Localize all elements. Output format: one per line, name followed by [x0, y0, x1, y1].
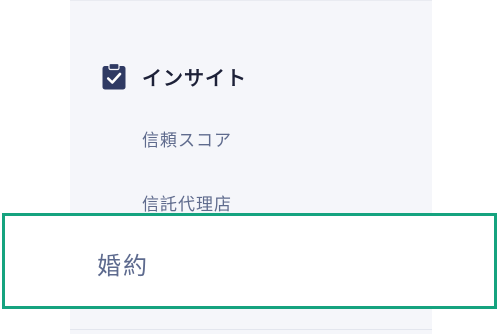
sidebar-item-trust-score[interactable]: 信頼スコア	[142, 126, 232, 151]
sidebar-item-trust-agency[interactable]: 信託代理店	[142, 190, 232, 215]
highlighted-item-label: 婚約	[97, 252, 149, 280]
insights-section-header[interactable]: インサイト	[102, 62, 247, 90]
section-title: インサイト	[142, 65, 247, 90]
screen: インサイト 信頼スコア 信託代理店 婚約	[0, 0, 500, 334]
clipboard-check-icon	[102, 62, 126, 90]
sidebar-divider	[70, 329, 432, 330]
highlighted-menu-item[interactable]	[2, 213, 497, 309]
